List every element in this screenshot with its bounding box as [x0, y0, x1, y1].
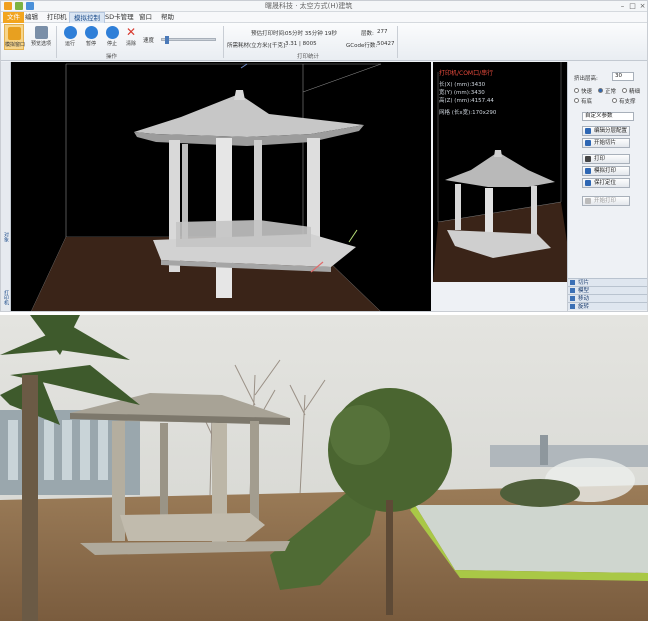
preview-options-button[interactable]: 预览选项 — [31, 24, 51, 50]
tab-slice[interactable]: 切片 — [568, 278, 647, 286]
menu-printer[interactable]: 打印机 — [43, 12, 71, 23]
simulate-icon — [585, 168, 591, 174]
menu-sd-card[interactable]: SD卡管理 — [101, 12, 138, 23]
speed-label: 速度 — [143, 38, 155, 44]
gcode-value: 50427 — [377, 41, 395, 47]
menu-window[interactable]: 窗口 — [135, 12, 156, 23]
print-position-button[interactable]: 保打定位 — [582, 178, 630, 188]
simulate-print-button[interactable]: 模拟打印 — [582, 166, 630, 176]
slicer-app-window: 曙晟科技 · 太空方式(H)建筑 – □ × 文件 编辑 打印机 模拟控制 SD… — [0, 0, 648, 312]
dimension-y: 宽(Y) (mm):3430 — [439, 90, 485, 96]
pavilion-model-render — [31, 63, 382, 311]
grid-size: 网格 (长x宽):170x290 — [439, 110, 497, 116]
tab-move[interactable]: 移动 — [568, 294, 647, 302]
title-bar: 曙晟科技 · 太空方式(H)建筑 – □ × — [1, 1, 647, 12]
slice-settings-panel: 挤出层高: 30 快速 正常 精细 有底 有支撑 自定义参数 编辑分层配置 开始… — [567, 62, 647, 311]
dimension-z: 高(Z) (mm):4157.44 — [439, 98, 494, 104]
main-3d-viewport[interactable] — [11, 62, 431, 311]
material-value: 3.31 | 8005 — [285, 41, 317, 47]
position-icon — [585, 180, 591, 186]
radio-normal[interactable] — [598, 88, 603, 93]
dimension-x: 长(X) (mm):3430 — [439, 82, 486, 88]
app-logo-icon — [4, 2, 12, 10]
profile-select[interactable]: 自定义参数 — [582, 112, 634, 121]
simulation-window-button[interactable]: 模拟窗口 — [4, 24, 25, 50]
clear-button[interactable]: ✕ 清除 — [121, 24, 141, 50]
ribbon-separator — [397, 26, 398, 58]
gcode-label: GCode行数: — [346, 43, 378, 49]
menu-help[interactable]: 帮助 — [157, 12, 178, 23]
stats-group-label: 打印统计 — [297, 54, 320, 60]
play-icon — [63, 26, 77, 39]
ribbon-separator — [223, 26, 224, 58]
preview-title: 打印机/COM口/串行 — [439, 70, 494, 77]
start-slice-button[interactable]: 开始切片 — [582, 138, 630, 148]
menu-edit[interactable]: 编辑 — [21, 12, 42, 23]
material-label: 所需耗材(立方米)[千克]: — [227, 43, 287, 49]
tab-objects[interactable]: 对象 — [2, 232, 10, 242]
radio-fine-label: 精细 — [629, 89, 641, 95]
print-button[interactable]: 打印 — [582, 154, 630, 164]
edit-slice-config-button[interactable]: 编辑分层配置 — [582, 126, 630, 136]
print-time-label: 预估打印时间: — [251, 31, 286, 37]
radio-fine[interactable] — [622, 88, 627, 93]
model-tab-icon — [570, 288, 575, 293]
pause-icon — [84, 26, 98, 39]
menu-bar: 文件 编辑 打印机 模拟控制 SD卡管理 窗口 帮助 — [1, 12, 647, 23]
rotate-tab-icon — [570, 304, 575, 309]
move-tab-icon — [570, 296, 575, 301]
run-button[interactable]: 运行 — [60, 24, 80, 50]
close-icon[interactable]: × — [639, 3, 646, 10]
printed-pavilion-photo — [0, 315, 648, 621]
pause-button[interactable]: 暂停 — [81, 24, 101, 50]
speed-slider[interactable] — [161, 36, 216, 44]
tab-rotate[interactable]: 旋转 — [568, 302, 647, 310]
checkbox-support[interactable] — [612, 98, 617, 103]
clear-icon: ✕ — [125, 25, 137, 39]
minimize-icon[interactable]: – — [619, 3, 626, 10]
maximize-icon[interactable]: □ — [629, 3, 636, 10]
tab-printer[interactable]: 打印机 — [2, 290, 10, 305]
slice-icon — [585, 140, 591, 146]
slider-thumb[interactable] — [165, 36, 169, 44]
preview-viewport[interactable]: 打印机/COM口/串行 长(X) (mm):3430 宽(Y) (mm):343… — [433, 62, 567, 282]
layer-height-select[interactable]: 30 — [612, 72, 634, 81]
start-icon — [585, 198, 591, 204]
left-side-tabs: 对象 打印机 — [1, 62, 11, 311]
menu-simulation[interactable]: 模拟控制 — [69, 12, 105, 23]
checkbox-base[interactable] — [574, 98, 579, 103]
printer-icon — [585, 156, 591, 162]
quick-undo-icon[interactable] — [26, 2, 34, 10]
ribbon-separator — [56, 26, 57, 58]
radio-fast-label: 快速 — [581, 89, 593, 95]
stop-icon — [105, 26, 119, 39]
config-icon — [585, 128, 591, 134]
garden-scene — [0, 315, 648, 621]
layers-label: 层数: — [361, 31, 374, 37]
start-print-button[interactable]: 开始打印 — [582, 196, 630, 206]
options-icon — [34, 26, 48, 39]
base-label: 有底 — [581, 99, 593, 105]
layers-value: 277 — [377, 29, 388, 35]
window-title: 曙晟科技 · 太空方式(H)建筑 — [265, 2, 353, 10]
print-time-value: 05分时 35分钟 19秒 — [285, 31, 337, 37]
stop-button[interactable]: 停止 — [102, 24, 122, 50]
window-icon — [7, 27, 21, 40]
operation-group-label: 操作 — [106, 54, 118, 60]
layer-height-label: 挤出层高: — [574, 76, 598, 82]
support-label: 有支撑 — [619, 99, 636, 105]
radio-normal-label: 正常 — [605, 89, 617, 95]
slice-tab-icon — [570, 280, 575, 285]
radio-fast[interactable] — [574, 88, 579, 93]
tab-model[interactable]: 模型 — [568, 286, 647, 294]
quick-save-icon[interactable] — [15, 2, 23, 10]
ribbon-toolbar: 模拟窗口 预览选项 运行 暂停 停止 ✕ 清除 速度 操作 预估打印时间: 05… — [1, 23, 647, 61]
